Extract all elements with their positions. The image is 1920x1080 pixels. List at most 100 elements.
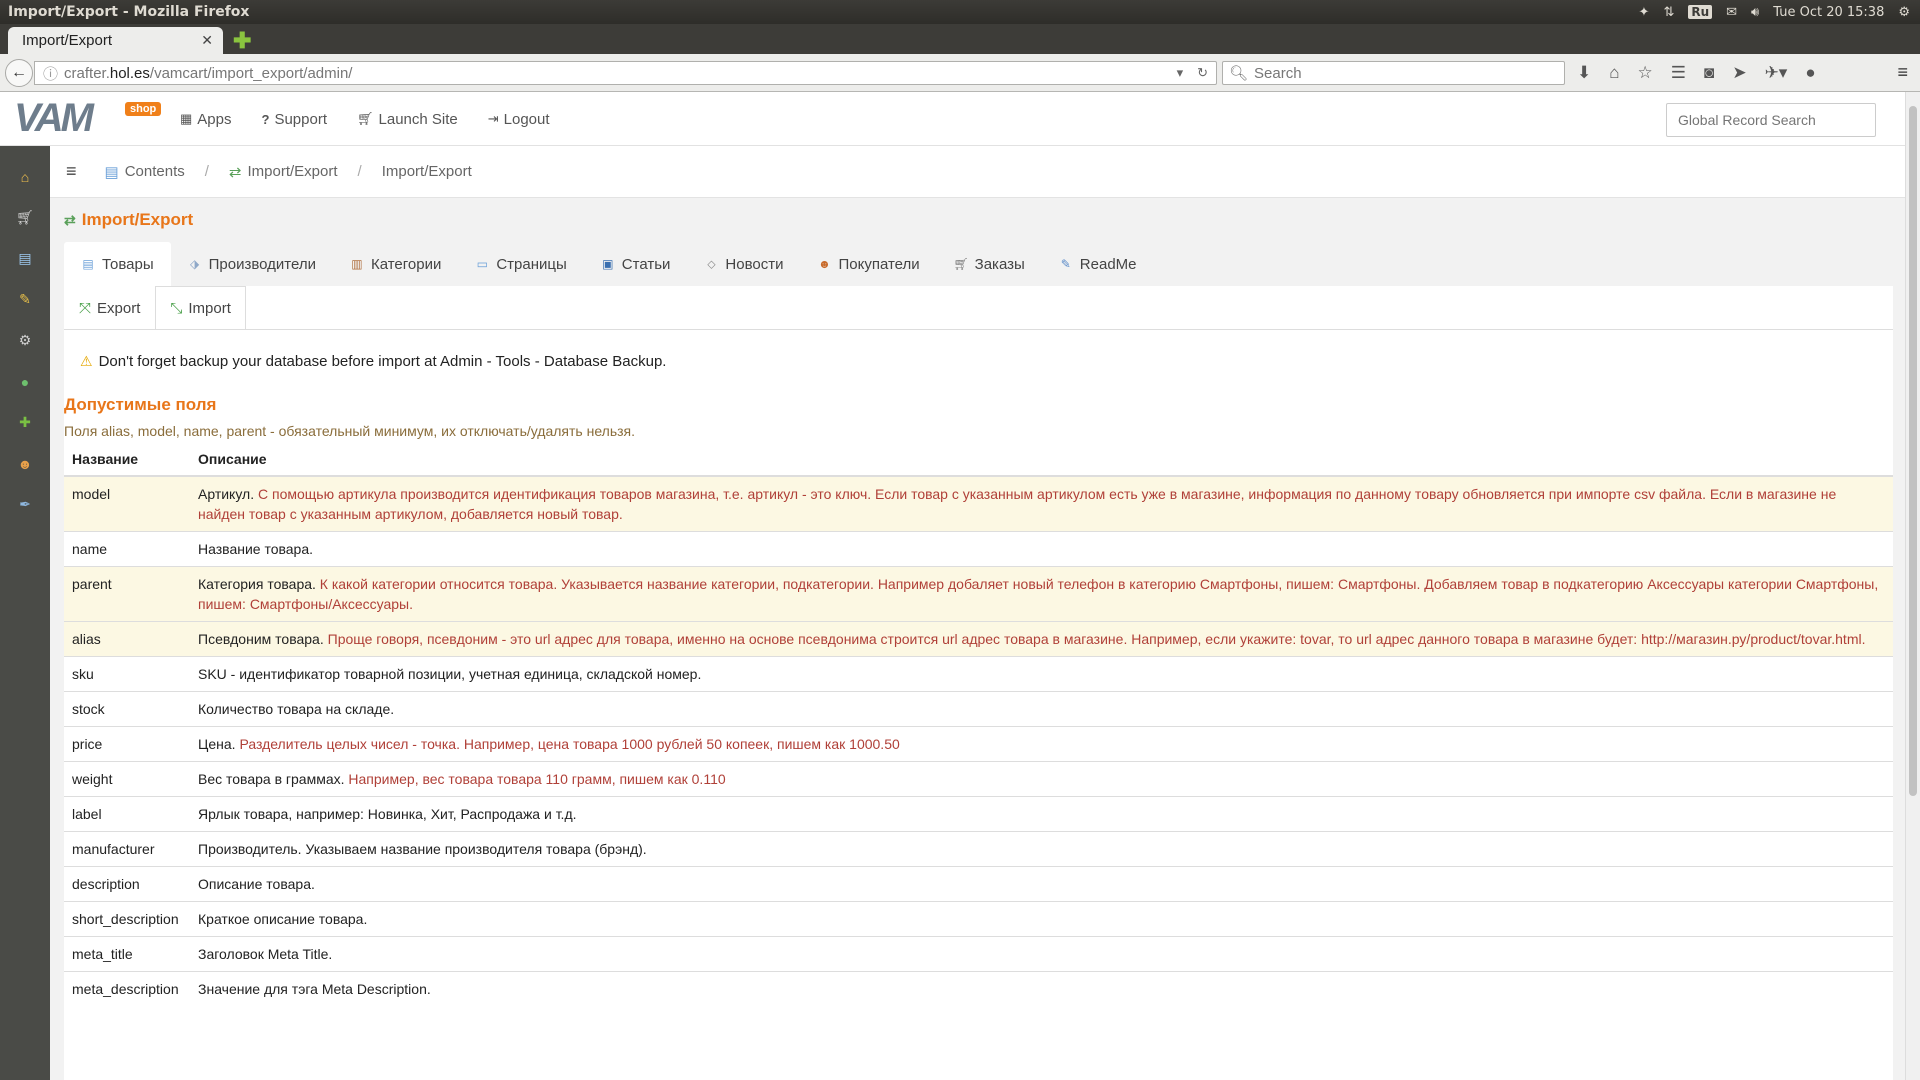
tab-categories[interactable]: ▥ Категории — [333, 242, 458, 286]
tab-manufacturers[interactable]: ⬗ Производители — [171, 242, 333, 286]
breadcrumb-current-label: Import/Export — [381, 163, 472, 180]
cart-icon: 🛒︎ — [357, 111, 374, 126]
bookmark-star-icon[interactable]: ☆ — [1638, 63, 1653, 83]
network-icon[interactable]: ⇅ — [1663, 5, 1674, 20]
sidebar-home[interactable]: ⌂ — [0, 156, 50, 197]
contents-icon: ▤ — [104, 163, 119, 181]
home-icon[interactable]: ⌂ — [1609, 63, 1619, 83]
extension-icon[interactable]: ✈▾ — [1765, 63, 1788, 83]
field-description-detail: Проще говоря, псевдоним - это url адрес … — [327, 631, 1866, 647]
browser-search-placeholder: Search — [1254, 64, 1302, 82]
tab-readme[interactable]: ✎ ReadMe — [1042, 242, 1154, 286]
sidebar-settings[interactable]: ⚙ — [0, 320, 50, 361]
field-description-lead: Количество товара на складе. — [198, 701, 395, 717]
tab-articles[interactable]: ▣ Статьи — [584, 242, 688, 286]
tab-products[interactable]: ▤ Товары — [64, 242, 171, 286]
field-description-lead: Цена. — [198, 736, 236, 752]
field-name: manufacturer — [64, 831, 190, 867]
new-tab-icon[interactable]: ✚ — [233, 30, 251, 52]
close-tab-icon[interactable]: ✕ — [201, 32, 213, 49]
volume-icon[interactable]: 🔊︎ — [1751, 5, 1759, 20]
field-description: Краткое описание товара. — [190, 901, 1893, 937]
keyboard-layout-indicator[interactable]: Ru — [1688, 5, 1713, 19]
field-description-lead: Вес товара в граммах. — [198, 771, 345, 787]
back-button[interactable]: ← — [5, 58, 33, 87]
logout-icon: ⇥ — [487, 111, 499, 126]
url-prefix: crafter. — [64, 64, 110, 82]
menu-apps[interactable]: ▦ Apps — [180, 111, 232, 128]
menu-launch-site[interactable]: 🛒︎ Launch Site — [357, 111, 458, 128]
hamburger-menu-icon[interactable]: ≡ — [1897, 62, 1908, 83]
browser-nav-bar: ← ⓘ crafter. hol.es/vamcart/import_export… — [0, 54, 1920, 92]
sidebar-users[interactable]: ☻ — [0, 443, 50, 484]
browser-toolbar-icons: ⬇ ⌂ ☆ ☰ ◙ ➤ ✈▾ ● — [1577, 63, 1816, 83]
sidebar-locale[interactable]: ● — [0, 361, 50, 402]
breadcrumb-contents[interactable]: ▤ Contents — [105, 163, 185, 181]
sidebar-toggle-icon[interactable]: ≡ — [66, 161, 77, 182]
page-scrollbar[interactable] — [1905, 92, 1920, 1080]
url-dropdown-icon[interactable]: ▾ — [1177, 65, 1184, 81]
dropbox-icon[interactable]: ✦ — [1639, 5, 1650, 20]
table-row: manufacturer Производитель. Указываем на… — [64, 831, 1893, 867]
top-menu: ▦ Apps ? Support 🛒︎ Launch Site ⇥ Logout — [180, 92, 550, 146]
subtabs-divider — [64, 329, 1893, 330]
field-description-lead: Значение для тэга Meta Description. — [198, 981, 431, 997]
field-description: Ярлык товара, например: Новинка, Хит, Ра… — [190, 796, 1893, 832]
tab-pages[interactable]: ▭ Страницы — [458, 242, 583, 286]
field-description-lead: Ярлык товара, например: Новинка, Хит, Ра… — [198, 806, 577, 822]
browser-search-input[interactable]: 🔍︎ Search — [1222, 61, 1565, 85]
import-export-icon: ⇄ — [228, 163, 242, 181]
sidebar-orders[interactable]: 🛒︎ — [0, 197, 50, 238]
vamshop-logo[interactable]: VAM shop — [14, 96, 164, 140]
menu-support[interactable]: ? Support — [262, 111, 328, 128]
field-description-lead: SKU - идентификатор товарной позиции, уч… — [198, 666, 702, 682]
downloads-icon[interactable]: ⬇ — [1577, 63, 1591, 83]
subtab-export[interactable]: ⤧ Export — [64, 286, 155, 330]
browser-tab[interactable]: Import/Export ✕ — [8, 27, 223, 54]
field-description-lead: Артикул. — [198, 486, 255, 502]
field-name: weight — [64, 761, 190, 797]
url-bar[interactable]: ⓘ crafter. hol.es/vamcart/import_export/a… — [34, 61, 1217, 85]
table-row: label Ярлык товара, например: Новинка, Х… — [64, 796, 1893, 832]
sidebar-layout[interactable]: ✎ — [0, 279, 50, 320]
globe-icon: ● — [20, 373, 30, 390]
sidebar-contents[interactable]: ▤ — [0, 238, 50, 279]
brush-icon: ✎ — [19, 291, 31, 307]
field-description-lead: Название товара. — [198, 541, 314, 557]
sidebar-tools[interactable]: ✒ — [0, 484, 50, 525]
import-export-panel: ⇄ Import/Export ▤ Товары ⬗ Производители ▥… — [64, 198, 1893, 1080]
field-name: short_description — [64, 901, 190, 937]
sidebar-extensions[interactable]: ✚ — [0, 402, 50, 443]
breadcrumb: ≡ ▤ Contents / ⇄ Import/Export / Import/Ex… — [50, 146, 1905, 198]
settings-gear-icon[interactable]: ⚙ — [1898, 5, 1910, 20]
breadcrumb-import-export[interactable]: ⇄ Import/Export — [229, 163, 338, 181]
field-description-lead: Псевдоним товара. — [198, 631, 324, 647]
menu-apps-label: Apps — [197, 110, 232, 128]
chat-icon[interactable]: ● — [1805, 63, 1815, 83]
menu-logout[interactable]: ⇥ Logout — [488, 111, 550, 128]
global-record-search-input[interactable] — [1666, 103, 1876, 137]
reload-icon[interactable]: ↻ — [1197, 65, 1208, 81]
tab-customers[interactable]: ☻ Покупатели — [800, 242, 936, 286]
clock[interactable]: Tue Oct 20 15:38 — [1773, 5, 1884, 20]
pocket-icon[interactable]: ◙ — [1704, 63, 1714, 83]
page-title-text: Import/Export — [81, 210, 194, 229]
tab-orders[interactable]: 🛒︎ Заказы — [937, 242, 1042, 286]
main-content: ⇄ Import/Export ▤ Товары ⬗ Производители ▥… — [50, 198, 1905, 1080]
news-icon: ⬦ — [707, 257, 716, 271]
bookmarks-list-icon[interactable]: ☰ — [1671, 63, 1686, 83]
mail-icon[interactable]: ✉ — [1726, 5, 1737, 20]
puzzle-icon: ✚ — [19, 414, 31, 430]
scrollbar-thumb[interactable] — [1909, 106, 1917, 796]
export-icon: ⤧ — [79, 299, 92, 317]
send-icon[interactable]: ➤ — [1732, 63, 1746, 83]
page-info-icon[interactable]: ⓘ — [43, 63, 58, 84]
tab-news[interactable]: ⬦ Новости — [687, 242, 800, 286]
tab-manufacturers-label: Производители — [208, 255, 316, 273]
system-tray: ✦ ⇅ Ru ✉ 🔊︎ Tue Oct 20 15:38 ⚙ — [1639, 5, 1920, 20]
table-row: meta_title Заголовок Meta Title. — [64, 936, 1893, 972]
tab-readme-label: ReadMe — [1079, 255, 1137, 273]
subtab-import[interactable]: ⤡ Import — [155, 286, 246, 330]
breadcrumb-current: Import/Export — [382, 163, 472, 180]
search-icon: 🔍︎ — [1229, 65, 1249, 82]
